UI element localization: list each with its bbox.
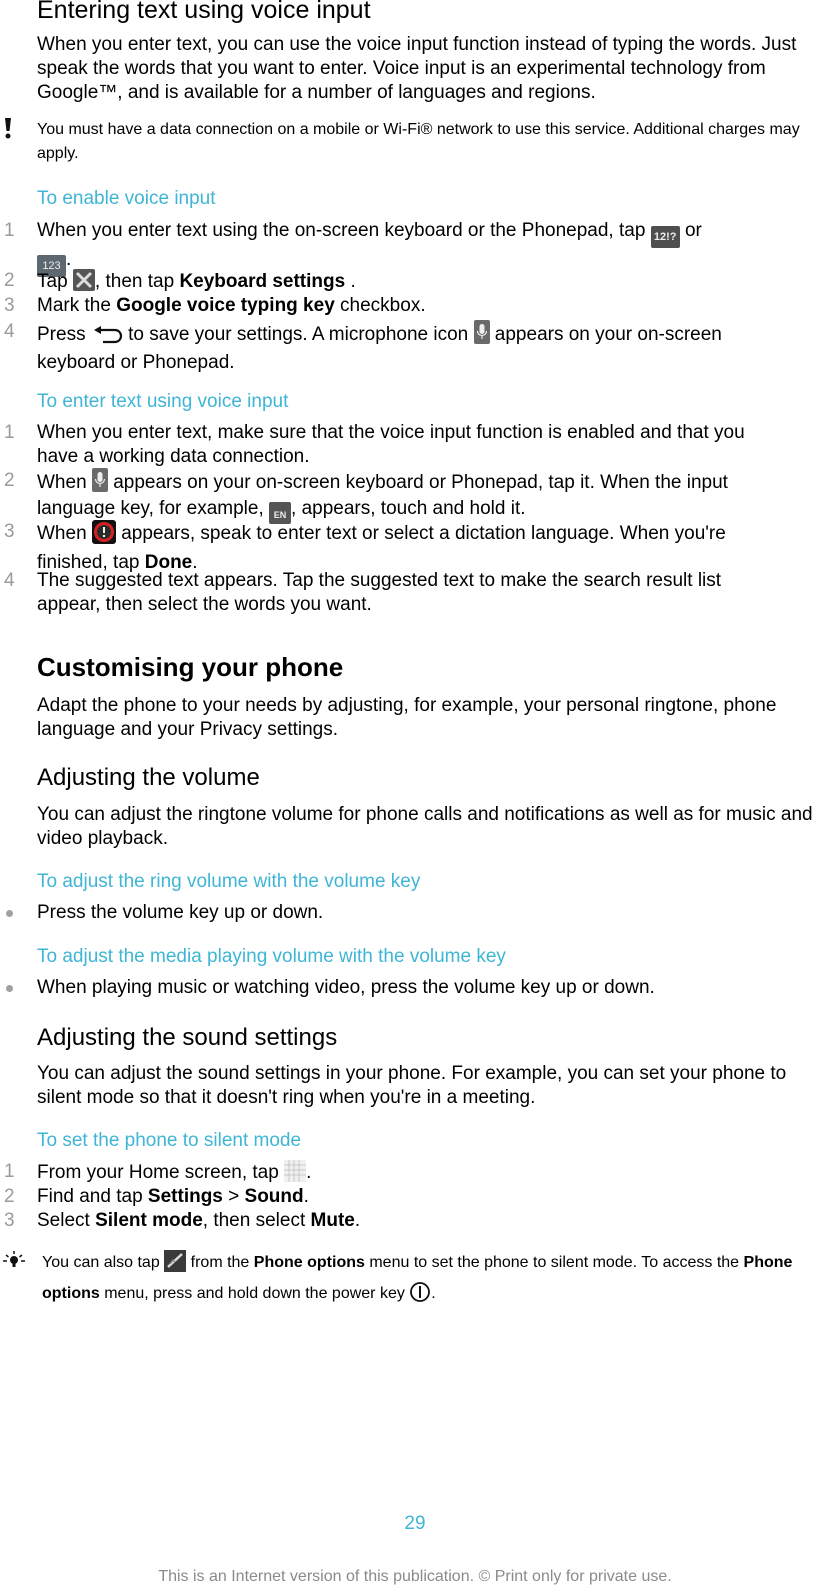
- google-voice-typing-key-label: Google voice typing key: [116, 295, 335, 316]
- sound-settings-intro: You can adjust the sound settings in you…: [37, 1063, 787, 1108]
- phone-options-label: Phone options: [253, 1254, 365, 1271]
- ring-volume-title: To adjust the ring volume with the volum…: [37, 871, 421, 892]
- step-text: From your Home screen, tap: [37, 1162, 279, 1183]
- step-text: Find and tap: [37, 1186, 143, 1207]
- volume-intro: You can adjust the ringtone volume for p…: [37, 804, 813, 849]
- power-key-icon: [409, 1281, 431, 1312]
- tip-text: You can also tap: [42, 1254, 160, 1271]
- punct: .: [345, 271, 356, 292]
- bullet: [6, 985, 13, 992]
- enable-step-3: 3 Mark the Google voice typing key check…: [4, 294, 797, 318]
- silent-step-2: 2 Find and tap Settings > Sound.: [4, 1185, 797, 1209]
- sound-settings-title: Adjusting the sound settings: [37, 1024, 338, 1051]
- step-text: When you enter text, make sure that the …: [37, 422, 745, 467]
- step-number: 2: [4, 270, 15, 291]
- step-number: 3: [4, 1210, 15, 1231]
- step-text: appears, speak to enter text or select a…: [37, 523, 726, 573]
- step-number: 1: [4, 1161, 15, 1182]
- tip-text: menu, press and hold down the power key: [104, 1285, 405, 1302]
- step-text: Press: [37, 324, 86, 345]
- silent-mode-tip: You can also tap from the Phone options …: [42, 1250, 802, 1312]
- sound-label: Sound: [244, 1186, 304, 1207]
- ring-volume-step: Press the volume key up or down.: [6, 901, 797, 925]
- enter-step-2: 2 When appears on your on-screen keyboar…: [4, 468, 757, 524]
- enable-step-4: 4 Press to save your settings. A microph…: [4, 320, 727, 375]
- keyboard-settings-label: Keyboard settings: [179, 271, 346, 292]
- customising-intro: Adapt the phone to your needs by adjusti…: [37, 695, 777, 740]
- enter-step-4: 4 The suggested text appears. Tap the su…: [4, 569, 777, 617]
- step-text: When: [37, 472, 87, 493]
- step-number: 4: [4, 570, 15, 591]
- punct: .: [303, 1186, 309, 1207]
- step-number: 3: [4, 295, 15, 316]
- step-text: Press the volume key up or down.: [37, 902, 324, 923]
- tip-lightbulb-icon: [2, 1249, 26, 1276]
- separator: >: [222, 1186, 245, 1207]
- step-text: , then select: [202, 1210, 306, 1231]
- customising-title: Customising your phone: [37, 652, 344, 682]
- step-text: Select: [37, 1210, 90, 1231]
- step-text: to save your settings. A microphone icon: [128, 324, 469, 345]
- step-number: 1: [4, 422, 15, 443]
- silent-step-3: 3 Select Silent mode, then select Mute.: [4, 1209, 797, 1233]
- media-volume-title: To adjust the media playing volume with …: [37, 946, 506, 967]
- punct: .: [306, 1162, 312, 1183]
- bullet: [6, 910, 13, 917]
- step-text: , then tap: [94, 271, 175, 292]
- silent-mode-title: To set the phone to silent mode: [37, 1130, 302, 1151]
- step-text: The suggested text appears. Tap the sugg…: [37, 570, 722, 615]
- enter-step-1: 1 When you enter text, make sure that th…: [4, 421, 747, 469]
- step-text: or: [684, 220, 702, 241]
- step-number: 3: [4, 521, 15, 542]
- back-icon: [91, 322, 123, 351]
- step-text: When you enter text using the on-screen …: [37, 220, 646, 241]
- step-text: Tap: [37, 271, 68, 292]
- step-text: Mark the: [37, 295, 111, 316]
- warning-icon: [4, 118, 12, 139]
- footer-notice: This is an Internet version of this publ…: [158, 1568, 672, 1585]
- step-text: When playing music or watching video, pr…: [37, 977, 655, 998]
- enter-voice-title: To enter text using voice input: [37, 391, 289, 412]
- silent-mode-icon: [164, 1250, 187, 1281]
- volume-title: Adjusting the volume: [37, 764, 260, 791]
- tip-text: from the: [190, 1254, 250, 1271]
- section-title-voice-input: Entering text using voice input: [37, 0, 371, 24]
- enable-voice-title: To enable voice input: [37, 188, 216, 209]
- punct: .: [431, 1285, 436, 1302]
- step-text: checkbox.: [340, 295, 426, 316]
- enter-step-3: 3 When appears, speak to enter text or s…: [4, 520, 757, 575]
- microphone-icon: [473, 320, 490, 344]
- tip-text: menu to set the phone to silent mode. To…: [369, 1254, 740, 1271]
- step-text: , appears, touch and hold it.: [291, 498, 526, 519]
- page-number: 29: [404, 1513, 426, 1534]
- step-number: 4: [4, 321, 15, 342]
- settings-label: Settings: [147, 1186, 223, 1207]
- settings-tools-icon: [72, 269, 95, 291]
- step-text: When: [37, 523, 87, 544]
- mute-label: Mute: [310, 1210, 355, 1231]
- enable-step-2: 2 Tap , then tap Keyboard settings .: [4, 269, 797, 294]
- symbols-key-icon: 12!?: [650, 226, 680, 248]
- microphone-icon: [91, 468, 108, 492]
- silent-mode-label: Silent mode: [95, 1210, 203, 1231]
- media-volume-step: When playing music or watching video, pr…: [6, 976, 797, 1000]
- data-connection-note: You must have a data connection on a mob…: [37, 121, 800, 162]
- step-number: 1: [4, 220, 15, 241]
- voice-input-intro: When you enter text, you can use the voi…: [37, 34, 797, 103]
- punct: .: [354, 1210, 361, 1231]
- step-number: 2: [4, 470, 15, 491]
- step-number: 2: [4, 1186, 15, 1207]
- recording-icon: [91, 520, 116, 551]
